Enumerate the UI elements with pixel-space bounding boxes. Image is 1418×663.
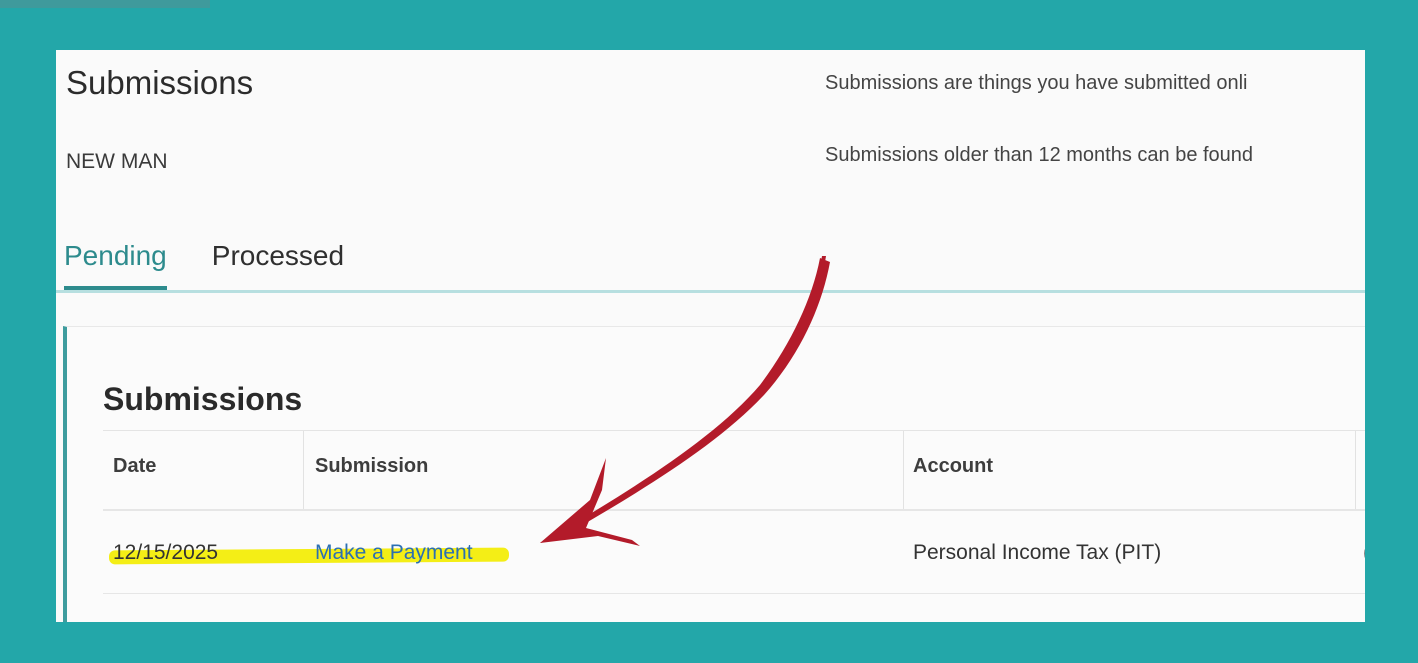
tab-processed[interactable]: Processed [212,240,344,290]
page-title: Submissions [66,64,254,101]
table-row: 12/15/2025 Make a Payment Personal Incom… [103,511,1365,594]
tab-bar: Pending Processed [64,240,344,290]
column-header-account: Account [913,455,993,477]
make-a-payment-link[interactable]: Make a Payment [315,541,473,565]
tab-divider [56,290,1365,293]
submissions-card: Submissions Date Submission Account 12/1… [63,326,1365,622]
row-extra-cell: ( [1363,541,1365,565]
column-divider [1355,431,1356,509]
column-divider [303,431,304,509]
account-name: NEW MAN [66,150,168,173]
column-header-date: Date [113,455,157,477]
submissions-table: Date Submission Account 12/15/2025 Make … [103,430,1365,594]
submissions-panel: Submissions NEW MAN Submissions are thin… [56,50,1365,622]
corner-block [0,0,210,8]
tab-pending[interactable]: Pending [64,240,167,290]
info-text-older: Submissions older than 12 months can be … [825,144,1254,166]
column-header-submission: Submission [315,455,429,477]
card-title: Submissions [103,381,303,417]
column-divider [903,431,904,509]
row-account: Personal Income Tax (PIT) [913,541,1162,564]
table-header: Date Submission Account [103,430,1365,511]
row-date: 12/15/2025 [113,541,219,564]
info-text-submitted: Submissions are things you have submitte… [825,72,1248,94]
